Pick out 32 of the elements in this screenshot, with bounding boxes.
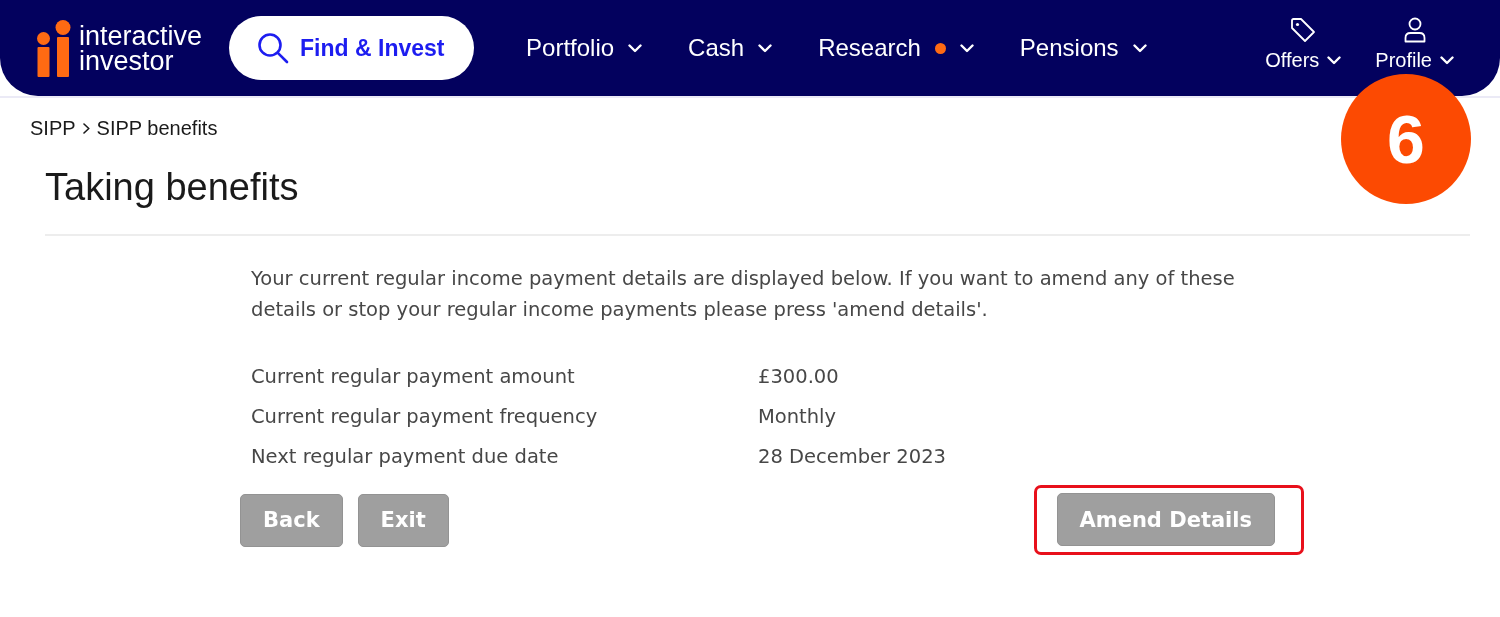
- intro-text: Your current regular income payment details are displayed below. If you want to amend any of these details or stop your regular income payments please press 'amend details'.: [251, 266, 1236, 323]
- nav-item[interactable]: Pensions: [1019, 34, 1147, 62]
- chevron-down-icon: [1327, 55, 1342, 65]
- chevron-right-icon: [82, 122, 90, 134]
- breadcrumb-current: SIPP benefits: [96, 116, 218, 140]
- nav-item[interactable]: Research: [818, 34, 974, 62]
- chevron-down-icon: [1440, 55, 1454, 65]
- detail-value: Monthly: [758, 404, 837, 430]
- chevron-down-icon: [1132, 43, 1147, 53]
- detail-label: Current regular payment frequency: [251, 404, 598, 430]
- person-icon: [1403, 17, 1426, 43]
- logo-icon: [37, 19, 71, 77]
- header-menu-button[interactable]: Offers: [1265, 17, 1342, 71]
- detail-label: Current regular payment amount: [251, 364, 575, 390]
- chevron-down-icon: [959, 43, 974, 53]
- detail-label: Next regular payment due date: [251, 444, 559, 470]
- nav-item[interactable]: Cash: [688, 34, 773, 62]
- logo-text: interactive investor: [79, 24, 203, 74]
- step-badge: 6: [1341, 74, 1471, 204]
- search-icon: [257, 32, 290, 64]
- breadcrumb-link[interactable]: SIPP: [30, 116, 76, 140]
- search-button[interactable]: Find & Invest: [229, 16, 475, 80]
- nav-item[interactable]: Portfolio: [526, 34, 643, 62]
- detail-value: £300.00: [758, 364, 839, 390]
- page-title: Taking benefits: [45, 165, 299, 209]
- header-menu-button[interactable]: Profile: [1375, 17, 1454, 71]
- menu-label: Profile: [1375, 49, 1432, 71]
- tag-icon: [1290, 17, 1317, 43]
- detail-value: 28 December 2023: [758, 444, 946, 470]
- chevron-down-icon: [758, 43, 773, 53]
- menu-label: Offers: [1265, 49, 1320, 71]
- chevron-down-icon: [628, 43, 643, 53]
